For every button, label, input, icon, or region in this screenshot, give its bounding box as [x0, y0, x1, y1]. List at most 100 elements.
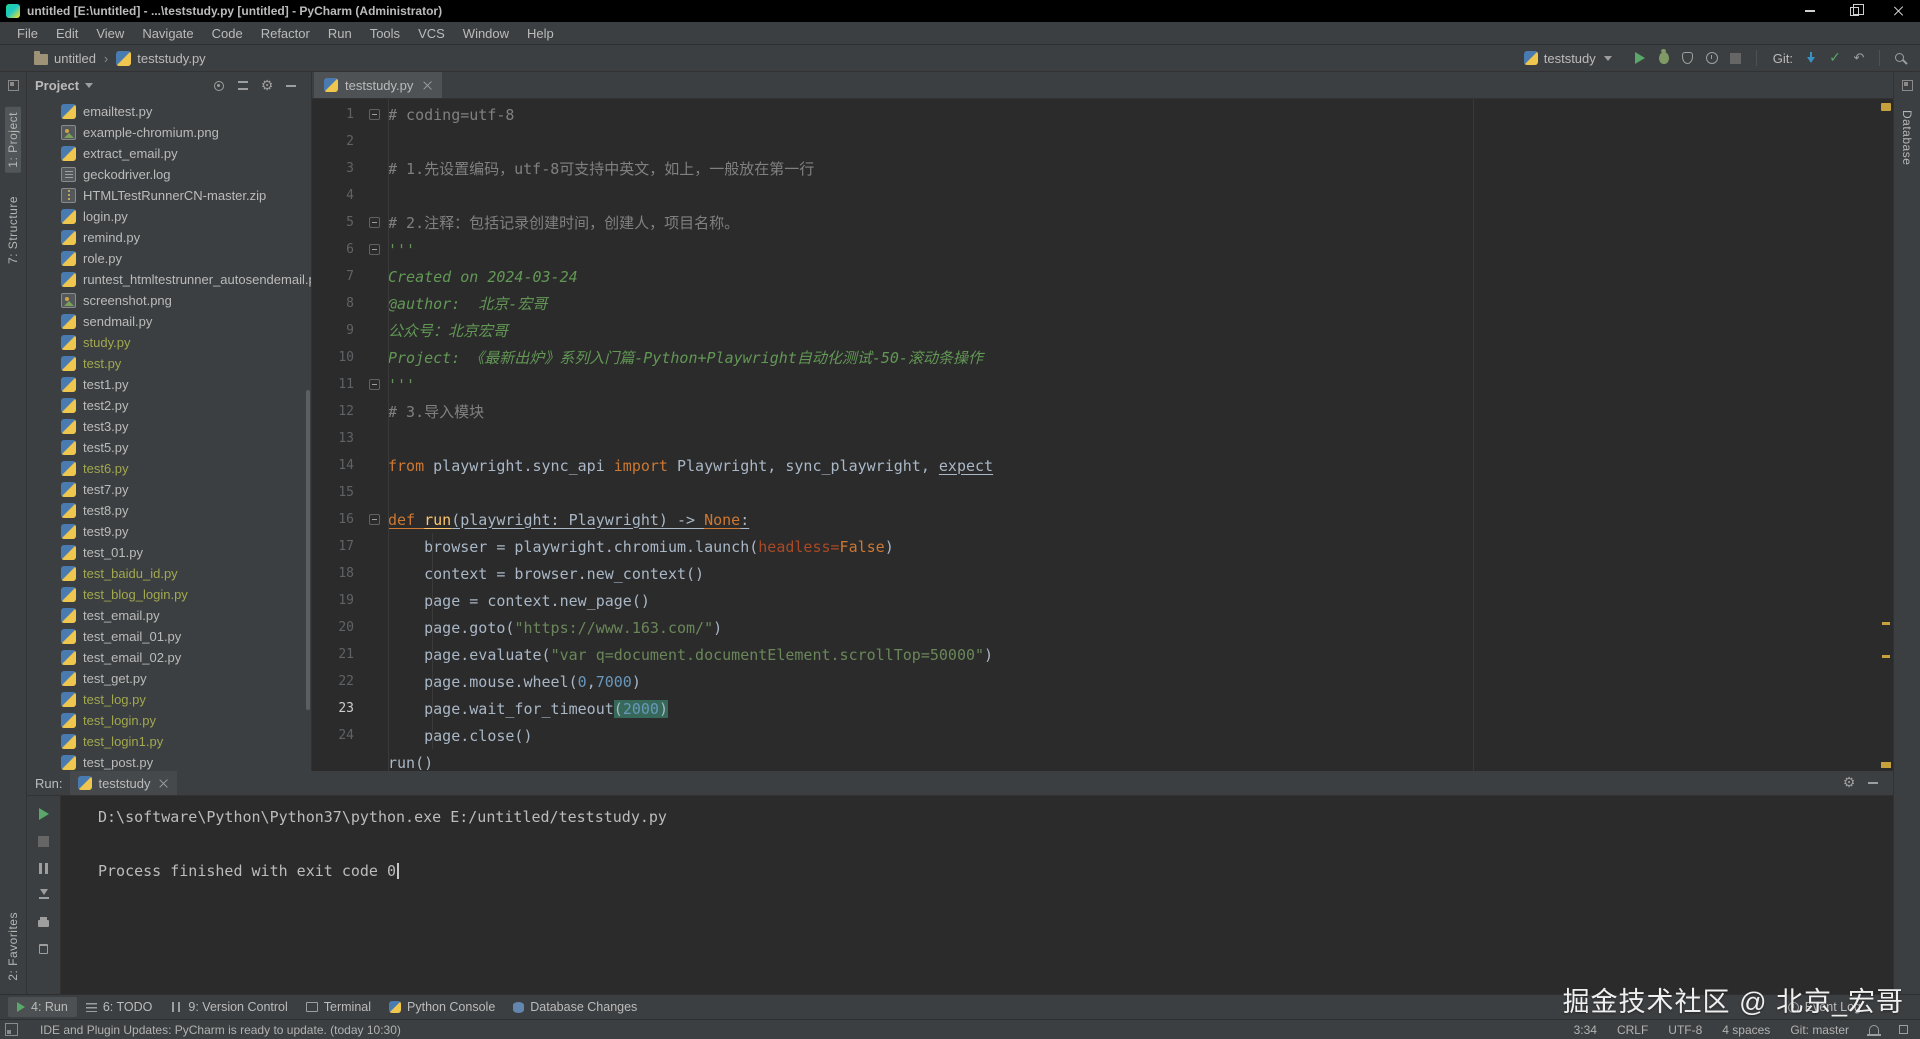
- tree-item-geckodriver-log[interactable]: geckodriver.log: [27, 164, 311, 185]
- close-button[interactable]: [1876, 0, 1920, 22]
- code-line-7[interactable]: 7 Created on 2024-03-24: [312, 263, 1879, 290]
- status-indicator-icon[interactable]: [1899, 1025, 1908, 1034]
- pause-button[interactable]: [32, 856, 56, 880]
- run-console[interactable]: D:\software\Python\Python37\python.exe E…: [62, 796, 1893, 994]
- fold-icon[interactable]: [368, 244, 380, 255]
- fold-icon[interactable]: [368, 379, 380, 390]
- print-button[interactable]: [32, 910, 56, 934]
- warning-mark[interactable]: [1882, 655, 1890, 658]
- toolwindow-stripe-database[interactable]: Database: [1899, 105, 1915, 170]
- toolwindow-button-python-console[interactable]: Python Console: [380, 997, 504, 1017]
- tree-item-test_01-py[interactable]: test_01.py: [27, 542, 311, 563]
- code-line-8[interactable]: 8 @author: 北京-宏哥: [312, 290, 1879, 317]
- menu-tools[interactable]: Tools: [361, 24, 409, 43]
- close-run-tab-icon[interactable]: [159, 778, 169, 788]
- revert-button[interactable]: ↶: [1847, 47, 1871, 69]
- toolwindow-stripe-2-favorites[interactable]: 2: Favorites: [5, 907, 21, 986]
- notifications-bell-icon[interactable]: [1867, 1024, 1881, 1036]
- breadcrumb-file[interactable]: teststudy.py: [137, 51, 205, 66]
- tree-item-test3-py[interactable]: test3.py: [27, 416, 311, 437]
- fold-icon[interactable]: [368, 109, 380, 120]
- restore-button[interactable]: [1832, 0, 1876, 22]
- toolwindow-button-database-changes[interactable]: Database Changes: [504, 997, 646, 1017]
- search-everywhere-button[interactable]: [1888, 47, 1912, 69]
- breadcrumb-project[interactable]: untitled: [54, 51, 96, 66]
- status-crlf[interactable]: CRLF: [1617, 1023, 1648, 1037]
- scroll-end-button[interactable]: [32, 883, 56, 907]
- menu-help[interactable]: Help: [518, 24, 563, 43]
- close-tab-icon[interactable]: [422, 80, 432, 90]
- tree-item-extract_email-py[interactable]: extract_email.py: [27, 143, 311, 164]
- toolwindow-button-terminal[interactable]: Terminal: [297, 997, 380, 1017]
- code-line-11[interactable]: 11 ''': [312, 371, 1879, 398]
- tree-item-htmltestrunnercn-master-zip[interactable]: HTMLTestRunnerCN-master.zip: [27, 185, 311, 206]
- tree-item-test9-py[interactable]: test9.py: [27, 521, 311, 542]
- code-line-15[interactable]: 15: [312, 479, 1879, 506]
- toolwindow-button-9-version-control[interactable]: 9: Version Control: [161, 997, 296, 1017]
- settings-button[interactable]: ⚙: [255, 75, 279, 97]
- fold-icon[interactable]: [368, 514, 380, 525]
- editor-scrollbar[interactable]: [1879, 99, 1893, 771]
- code-line-end-24[interactable]: run(): [312, 749, 1879, 772]
- code-line-23[interactable]: 23 page.wait_for_timeout(2000): [312, 695, 1879, 722]
- tree-item-test8-py[interactable]: test8.py: [27, 500, 311, 521]
- status-utf-8[interactable]: UTF-8: [1668, 1023, 1702, 1037]
- code-line-21[interactable]: 21 page.evaluate("var q=document.documen…: [312, 641, 1879, 668]
- menu-file[interactable]: File: [8, 24, 47, 43]
- toolwindow-button-6-todo[interactable]: 6: TODO: [77, 997, 162, 1017]
- inspection-indicator[interactable]: [1881, 103, 1891, 111]
- run-configuration-select[interactable]: teststudy: [1516, 49, 1620, 68]
- stop-button[interactable]: [32, 829, 56, 853]
- code-line-18[interactable]: 18 context = browser.new_context(): [312, 560, 1879, 587]
- status-4-spaces[interactable]: 4 spaces: [1722, 1023, 1770, 1037]
- stop-button[interactable]: [1724, 47, 1748, 69]
- code-line-22[interactable]: 22 page.mouse.wheel(0,7000): [312, 668, 1879, 695]
- code-line-6[interactable]: 6 ''': [312, 236, 1879, 263]
- tree-item-test7-py[interactable]: test7.py: [27, 479, 311, 500]
- code-line-9[interactable]: 9 公众号：北京宏哥: [312, 317, 1879, 344]
- project-panel-title[interactable]: Project: [35, 78, 79, 93]
- tree-item-test_email_01-py[interactable]: test_email_01.py: [27, 626, 311, 647]
- tree-item-remind-py[interactable]: remind.py: [27, 227, 311, 248]
- status-message[interactable]: IDE and Plugin Updates: PyCharm is ready…: [40, 1023, 401, 1037]
- tree-item-test-py[interactable]: test.py: [27, 353, 311, 374]
- profiler-button[interactable]: [1700, 47, 1724, 69]
- menu-run[interactable]: Run: [319, 24, 361, 43]
- toolwindow-toggle-icon[interactable]: [5, 1023, 18, 1036]
- tree-item-test1-py[interactable]: test1.py: [27, 374, 311, 395]
- rerun-button[interactable]: [32, 802, 56, 826]
- code-line-12[interactable]: 12 # 3.导入模块: [312, 398, 1879, 425]
- commit-button[interactable]: ✓: [1823, 47, 1847, 69]
- tree-item-sendmail-py[interactable]: sendmail.py: [27, 311, 311, 332]
- tree-item-login-py[interactable]: login.py: [27, 206, 311, 227]
- locate-button[interactable]: [207, 75, 231, 97]
- toolwindow-stripe-1-project[interactable]: 1: Project: [5, 107, 21, 173]
- code-line-13[interactable]: 13: [312, 425, 1879, 452]
- collapse-button[interactable]: [231, 75, 255, 97]
- warning-mark[interactable]: [1882, 622, 1890, 625]
- tree-item-example-chromium-png[interactable]: example-chromium.png: [27, 122, 311, 143]
- code-line-2[interactable]: 2: [312, 128, 1879, 155]
- toolwindow-stripe-7-structure[interactable]: 7: Structure: [5, 191, 21, 269]
- toolwindow-stack-icon[interactable]: [1901, 80, 1913, 91]
- code-line-17[interactable]: 17 browser = playwright.chromium.launch(…: [312, 533, 1879, 560]
- code-line-4[interactable]: 4: [312, 182, 1879, 209]
- tree-item-runtest_htmltestrunner_autosendemail-p[interactable]: runtest_htmltestrunner_autosendemail.p: [27, 269, 311, 290]
- tree-item-test_log-py[interactable]: test_log.py: [27, 689, 311, 710]
- toolwindow-button-4-run[interactable]: 4: Run: [8, 997, 77, 1017]
- coverage-button[interactable]: [1676, 47, 1700, 69]
- update-button[interactable]: [1799, 47, 1823, 69]
- menu-edit[interactable]: Edit: [47, 24, 87, 43]
- menu-view[interactable]: View: [87, 24, 133, 43]
- tree-item-test_blog_login-py[interactable]: test_blog_login.py: [27, 584, 311, 605]
- toolwindow-stack-icon[interactable]: [7, 80, 19, 91]
- code-line-5[interactable]: 5 # 2.注释：包括记录创建时间，创建人，项目名称。: [312, 209, 1879, 236]
- project-scrollbar[interactable]: [306, 390, 310, 710]
- hide-button[interactable]: [279, 75, 303, 97]
- tree-item-screenshot-png[interactable]: screenshot.png: [27, 290, 311, 311]
- fold-icon[interactable]: [368, 217, 380, 228]
- tree-item-test_login-py[interactable]: test_login.py: [27, 710, 311, 731]
- menu-vcs[interactable]: VCS: [409, 24, 454, 43]
- code-line-1[interactable]: 1 # coding=utf-8: [312, 101, 1879, 128]
- run-button[interactable]: [1628, 47, 1652, 69]
